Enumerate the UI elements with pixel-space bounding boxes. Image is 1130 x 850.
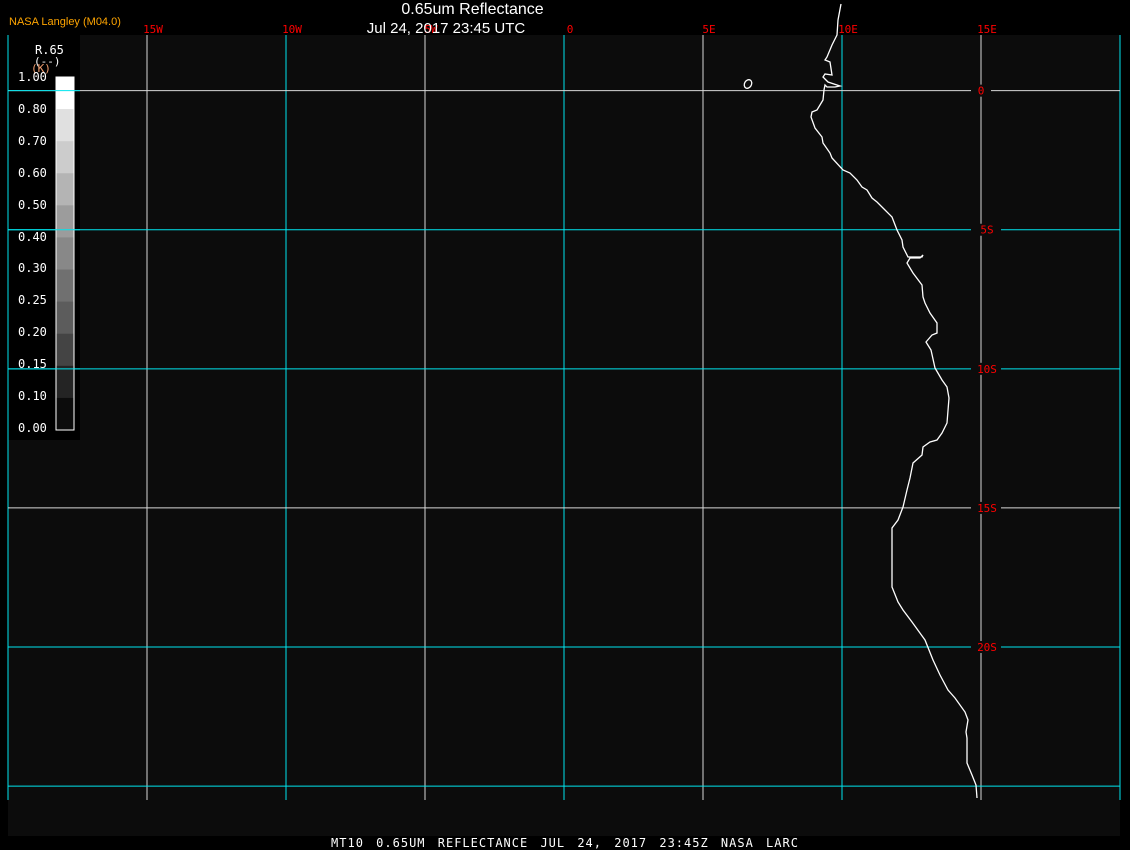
longitude-label: 15E xyxy=(977,23,997,36)
colorbar-swatch xyxy=(56,269,74,303)
colorbar-tick-label: 0.30 xyxy=(18,261,47,276)
colorbar-tick-label: 0.50 xyxy=(18,197,47,212)
colorbar-tick-label: 0.80 xyxy=(18,101,47,116)
colorbar-swatch xyxy=(56,173,74,206)
latitude-label: 0 xyxy=(978,85,985,98)
latitude-label: 15S xyxy=(977,502,997,515)
image-title: 0.65um Reflectance xyxy=(401,1,544,18)
colorbar-tick-label: 0.00 xyxy=(18,421,47,435)
colorbar-swatch xyxy=(56,301,74,335)
colorbar-tick-label: 0.15 xyxy=(18,357,47,372)
colorbar-swatch xyxy=(56,397,74,431)
colorbar-swatch xyxy=(56,205,74,238)
image-datetime: Jul 24, 2017 23:45 UTC xyxy=(366,20,526,37)
colorbar-swatch xyxy=(56,237,74,271)
satellite-map: 15W 10W 5W 0 5E 10E 15E05S10S15S20S xyxy=(7,3,1121,836)
colorbar-tick-label: 0.40 xyxy=(18,229,47,244)
colorbar-swatch xyxy=(56,77,74,110)
colorbar-tick-label: 0.25 xyxy=(18,293,47,308)
colorbar-tick-label: 0.70 xyxy=(18,133,47,148)
colorbar-swatch xyxy=(56,141,74,174)
colorbar-tick-label: 0.60 xyxy=(18,165,47,180)
colorbar-swatch xyxy=(56,333,74,367)
colorbar-swatch xyxy=(56,365,74,399)
colorbar-tick-label: 1.00 xyxy=(18,70,47,84)
colorbar-tick-label: 0.20 xyxy=(18,325,47,340)
colorbar-swatch xyxy=(56,109,74,142)
colorbar-tick-label: 0.10 xyxy=(18,389,47,404)
latitude-label: 10S xyxy=(977,363,997,376)
latitude-label: 5S xyxy=(980,224,993,237)
footer-caption: MT10 0.65UM REFLECTANCE JUL 24, 2017 23:… xyxy=(331,836,799,850)
latitude-label: 20S xyxy=(977,641,997,654)
